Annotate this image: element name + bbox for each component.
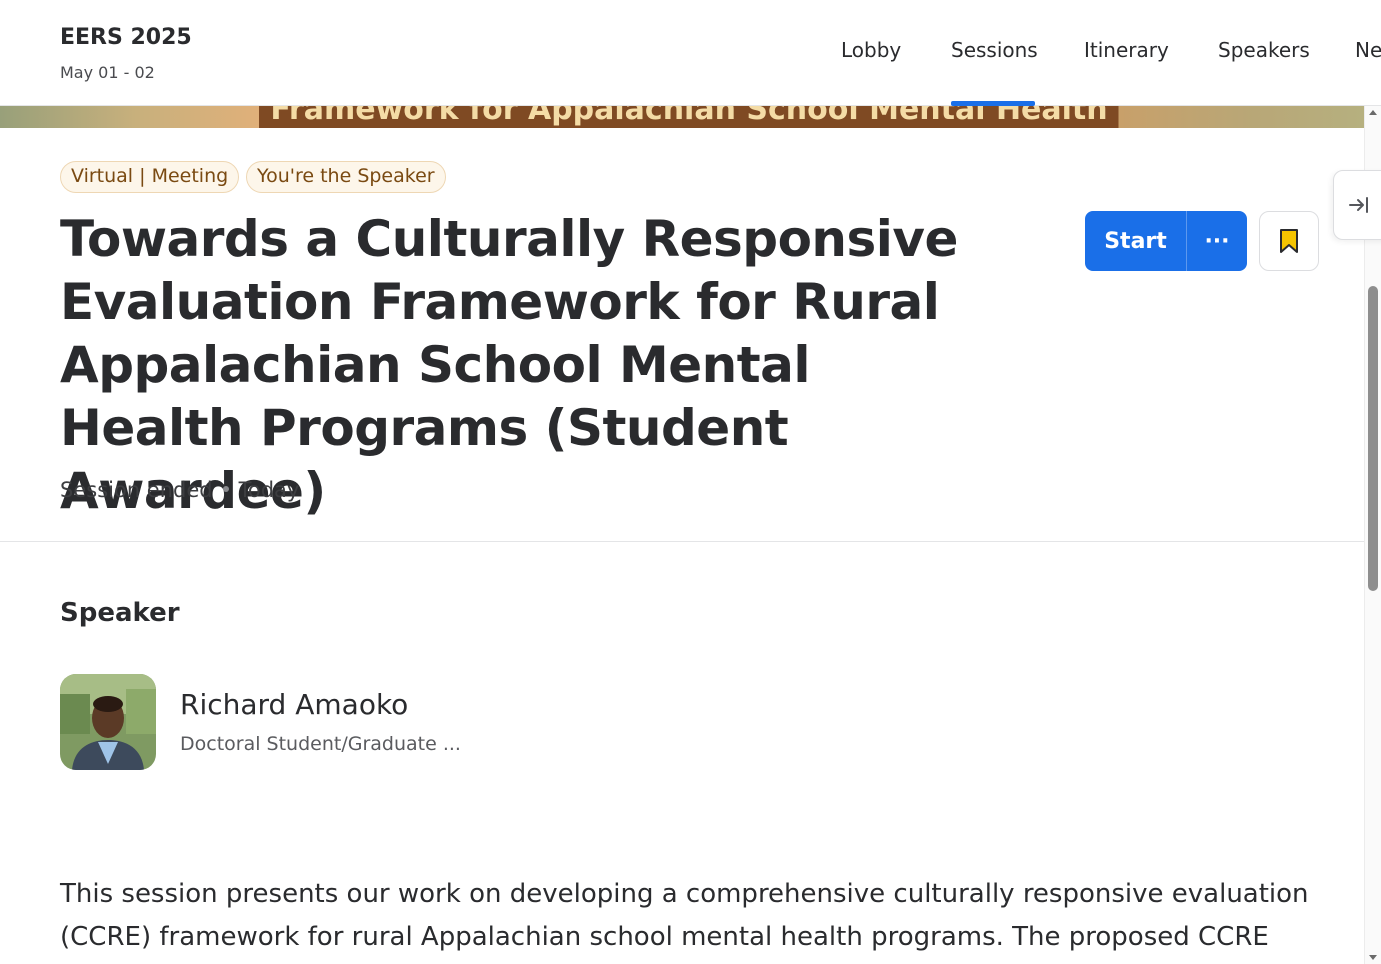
session-status-line: Session ended Today [60,478,299,502]
more-options-button[interactable]: ··· [1187,211,1247,271]
tag-speaker-role: You're the Speaker [246,161,446,193]
scroll-up-arrow-icon[interactable] [1369,110,1377,115]
top-header: EERS 2025 May 01 - 02 Lobby Sessions Iti… [0,0,1381,106]
section-divider [0,541,1364,542]
scrollbar-thumb[interactable] [1368,286,1378,591]
nav-item-sessions[interactable]: Sessions [951,38,1038,62]
speaker-photo [60,674,156,770]
ellipsis-icon: ··· [1204,228,1230,254]
speaker-name[interactable]: Richard Amaoko [180,688,408,721]
scroll-down-arrow-icon[interactable] [1369,955,1377,960]
active-tab-indicator [951,101,1035,106]
session-banner-image: Framework for Appalachian School Mental … [0,106,1364,128]
start-button-group: Start ··· [1085,211,1247,271]
session-date: Today [238,478,300,502]
session-status: Session ended [60,478,213,502]
session-title: Towards a Culturally Responsive Evaluati… [60,210,958,520]
speaker-avatar[interactable] [60,674,156,770]
banner-text: Framework for Appalachian School Mental … [270,106,1108,127]
bookmark-button[interactable] [1259,211,1319,271]
side-panel-toggle[interactable] [1333,170,1381,240]
main-nav: Lobby Sessions Itinerary Speakers Ne [0,0,1381,106]
tag-format: Virtual | Meeting [60,161,240,193]
nav-item-lobby[interactable]: Lobby [841,38,901,62]
speaker-section-heading: Speaker [60,598,180,628]
nav-item-itinerary[interactable]: Itinerary [1084,38,1169,62]
nav-item-truncated[interactable]: Ne [1355,38,1381,62]
nav-item-speakers[interactable]: Speakers [1218,38,1310,62]
start-button[interactable]: Start [1085,211,1187,271]
bookmark-icon [1280,229,1298,253]
speaker-role: Doctoral Student/Graduate ... [180,733,461,755]
session-description: This session presents our work on develo… [60,879,1309,952]
collapse-right-icon [1349,197,1368,213]
separator-dot [222,486,229,492]
